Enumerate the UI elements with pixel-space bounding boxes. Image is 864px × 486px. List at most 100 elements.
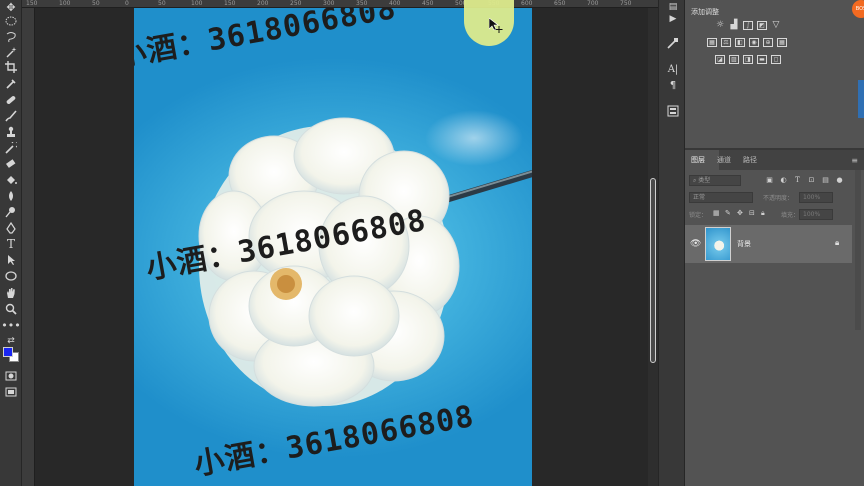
hand-tool-icon[interactable]	[3, 286, 19, 300]
color-balance-icon[interactable]: ⚖	[721, 38, 731, 47]
blend-row: 正常 不透明度： 100%	[689, 192, 859, 204]
ruler-label: 200	[257, 0, 269, 7]
actions-play-icon[interactable]: ▶	[666, 12, 680, 26]
ruler-label: 400	[389, 0, 401, 7]
ruler-label: 750	[620, 0, 632, 7]
lock-image-icon[interactable]: ✎	[725, 209, 731, 217]
levels-icon[interactable]: ▟	[729, 21, 739, 30]
eyedropper-tool-icon[interactable]	[3, 77, 19, 91]
history-brush-tool-icon[interactable]	[3, 141, 19, 155]
ruler-label: 650	[554, 0, 566, 7]
adjustments-panel: 添加调整 ☼ ▟ ∫ ◩ ▽ ▦ ⚖ ◧ ◉ ⊕ ▦ ◪ ▨ ◨ ▬ ◻	[685, 0, 864, 150]
layer-row[interactable]: 👁︎ 背景 🔒︎	[685, 225, 852, 263]
marquee-tool-icon[interactable]	[3, 14, 19, 28]
layer-filter-label: 类型	[698, 177, 711, 184]
exposure-icon[interactable]: ◩	[757, 21, 767, 30]
vibrance-icon[interactable]: ▽	[771, 21, 781, 30]
brightness-icon[interactable]: ☼	[715, 21, 725, 30]
dodge-tool-icon[interactable]	[3, 205, 19, 219]
panel-collapse-strip	[858, 80, 864, 118]
adjustments-title: 添加调整	[691, 8, 719, 16]
zoom-tool-icon[interactable]	[3, 302, 19, 316]
ruler-label: 100	[191, 0, 203, 7]
paint-bucket-tool-icon[interactable]	[3, 173, 19, 187]
crop-tool-icon[interactable]	[3, 60, 19, 74]
move-cursor-icon	[489, 18, 503, 33]
lock-label: 锁定：	[689, 212, 708, 219]
lock-artboard-icon[interactable]: ⊟	[749, 209, 755, 217]
foreground-color-swatch[interactable]	[3, 347, 13, 357]
gradient-map-icon[interactable]: ▬	[757, 55, 767, 64]
channel-mixer-icon[interactable]: ⊕	[763, 38, 773, 47]
ruler-label: 350	[356, 0, 368, 7]
tab-layers[interactable]: 图层	[691, 155, 705, 165]
blur-tool-icon[interactable]	[3, 189, 19, 203]
paragraph-icon[interactable]: ¶	[666, 78, 680, 92]
magic-wand-tool-icon[interactable]	[3, 45, 19, 59]
quick-mask-icon[interactable]	[3, 369, 19, 383]
tab-channels[interactable]: 通道	[717, 155, 731, 165]
vertical-ruler	[22, 8, 35, 486]
path-selection-tool-icon[interactable]	[3, 253, 19, 267]
filter-adjustment-icon[interactable]: ◐	[779, 176, 788, 185]
black-white-icon[interactable]: ◧	[735, 38, 745, 47]
filter-smart-object-icon[interactable]: ▤	[821, 176, 830, 185]
filter-type-icon[interactable]: T	[793, 176, 802, 185]
panel-menu-icon[interactable]: ≡	[851, 156, 858, 165]
image-canvas[interactable]: 小酒：3618066808 小酒：3618066808 小酒：361806680…	[134, 8, 532, 486]
posterize-icon[interactable]: ▨	[729, 55, 739, 64]
right-panels: 添加调整 ☼ ▟ ∫ ◩ ▽ ▦ ⚖ ◧ ◉ ⊕ ▦ ◪ ▨ ◨ ▬ ◻ 图层 …	[685, 0, 864, 486]
ruler-label: 100	[59, 0, 71, 7]
lock-all-icon[interactable]: 🔒︎	[761, 209, 765, 218]
character-icon[interactable]: A|	[666, 62, 680, 76]
vertical-scrollbar[interactable]	[648, 8, 658, 486]
layer-thumbnail	[705, 227, 731, 261]
layers-scrollbar[interactable]	[855, 170, 861, 330]
filter-shape-icon[interactable]: ⊡	[807, 176, 816, 185]
ellipse-tool-icon[interactable]	[3, 269, 19, 283]
adjustments-row-2: ▦ ⚖ ◧ ◉ ⊕ ▦	[707, 38, 787, 47]
swap-colors-icon[interactable]: ⇄	[3, 334, 19, 348]
screen-mode-icon[interactable]	[3, 385, 19, 399]
layer-filter-row: ⌕ 类型 ▣ ◐ T ⊡ ▤ ●	[689, 175, 859, 187]
ruler-label: 150	[26, 0, 38, 7]
lock-transparent-icon[interactable]: ▦	[713, 209, 720, 217]
panel-dock: ▤ ▶ A| ¶	[658, 0, 685, 486]
filter-toggle-icon[interactable]: ●	[835, 176, 844, 185]
opacity-input[interactable]: 100%	[799, 192, 833, 203]
ruler-label: 50	[158, 0, 166, 7]
lock-position-icon[interactable]: ✥	[737, 209, 743, 217]
layer-name[interactable]: 背景	[737, 239, 751, 249]
more-tools-icon[interactable]: •••	[1, 318, 20, 332]
type-tool-icon[interactable]: T	[3, 237, 19, 251]
move-tool-icon[interactable]: ✥	[3, 0, 19, 14]
properties-icon[interactable]	[666, 104, 680, 118]
notification-badge[interactable]: BOS	[852, 0, 864, 18]
pen-tool-icon[interactable]	[3, 221, 19, 235]
blend-mode-select[interactable]: 正常	[689, 192, 753, 203]
ruler-label: 0	[125, 0, 129, 7]
healing-brush-tool-icon[interactable]	[3, 93, 19, 107]
opacity-label: 不透明度：	[763, 195, 794, 202]
layer-lock-icon[interactable]: 🔒︎	[835, 238, 839, 248]
layer-filter-select[interactable]: ⌕ 类型	[689, 175, 741, 186]
eraser-tool-icon[interactable]	[3, 157, 19, 171]
fill-input[interactable]: 100%	[799, 209, 833, 220]
selective-color-icon[interactable]: ◻	[771, 55, 781, 64]
hue-saturation-icon[interactable]: ▦	[707, 38, 717, 47]
filter-pixel-icon[interactable]: ▣	[765, 176, 774, 185]
clone-stamp-tool-icon[interactable]	[3, 125, 19, 139]
brush-tool-icon[interactable]	[3, 109, 19, 123]
threshold-icon[interactable]: ◨	[743, 55, 753, 64]
color-lookup-icon[interactable]: ▦	[777, 38, 787, 47]
tab-paths[interactable]: 路径	[743, 155, 757, 165]
visibility-eye-icon[interactable]: 👁︎	[690, 239, 701, 249]
lasso-tool-icon[interactable]	[3, 30, 19, 44]
photo-filter-icon[interactable]: ◉	[749, 38, 759, 47]
curves-icon[interactable]: ∫	[743, 21, 753, 30]
ruler-label: 150	[224, 0, 236, 7]
scrollbar-thumb[interactable]	[650, 178, 656, 363]
invert-icon[interactable]: ◪	[715, 55, 725, 64]
brush-settings-icon[interactable]	[666, 36, 680, 50]
tools-panel: ✥ T ••• ⇄	[0, 0, 22, 486]
